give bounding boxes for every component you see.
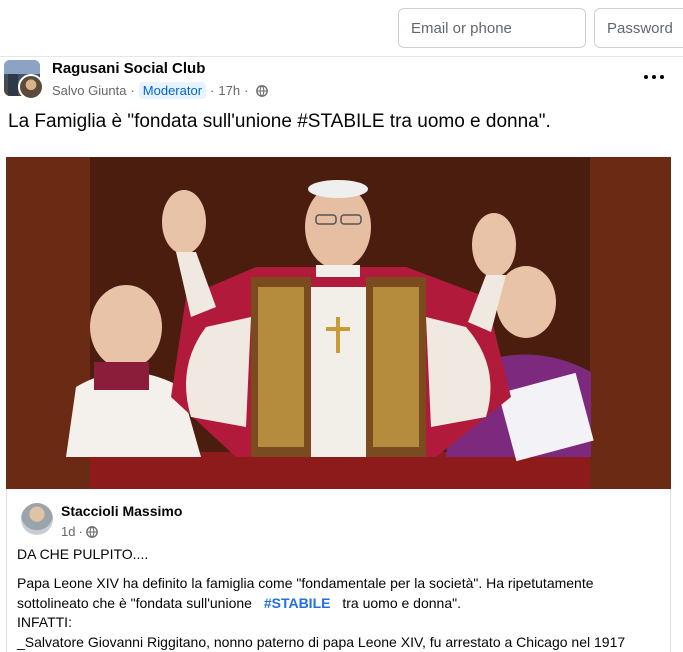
- separator-dot: ·: [130, 83, 135, 98]
- post-photo[interactable]: [6, 157, 671, 489]
- top-bar: [0, 0, 683, 56]
- shared-text-line: sottolineato che è "fondata sull'unione …: [17, 595, 461, 611]
- shared-text-segment: sottolineato che è "fondata sull'unione: [17, 595, 256, 611]
- role-badge: Moderator: [138, 82, 207, 99]
- separator-dot: ·: [78, 524, 83, 539]
- shared-text-line: INFATTI:: [17, 614, 72, 630]
- shared-text-line: DA CHE PULPITO....: [17, 546, 149, 562]
- globe-icon: [85, 525, 98, 538]
- hashtag-link[interactable]: #STABILE: [264, 595, 331, 611]
- post-text: La Famiglia è "fondata sull'unione #STAB…: [8, 111, 551, 132]
- shared-text-line: _Salvatore Giovanni Riggitano, nonno pat…: [17, 634, 626, 650]
- shared-post-meta: 1d ·: [61, 524, 98, 539]
- shared-text-line: Papa Leone XIV ha definito la famiglia c…: [17, 575, 594, 591]
- group-name[interactable]: Ragusani Social Club: [52, 60, 205, 77]
- post-meta: Salvo Giunta · Moderator · 17h ·: [52, 82, 269, 99]
- divider: [0, 56, 683, 57]
- separator-dot: ·: [210, 83, 215, 98]
- shared-post-time[interactable]: 1d: [61, 524, 75, 539]
- more-options-icon[interactable]: [640, 66, 668, 88]
- shared-author-name[interactable]: Staccioli Massimo: [61, 503, 182, 519]
- separator-dot: ·: [244, 83, 249, 98]
- globe-icon: [256, 84, 269, 97]
- author-name[interactable]: Salvo Giunta: [52, 83, 126, 98]
- email-field[interactable]: [398, 8, 586, 48]
- author-avatar[interactable]: [18, 74, 44, 100]
- password-field[interactable]: [594, 8, 683, 48]
- post-time[interactable]: 17h: [218, 83, 240, 98]
- shared-author-avatar[interactable]: [21, 503, 53, 535]
- shared-text-segment: tra uomo e donna".: [338, 595, 461, 611]
